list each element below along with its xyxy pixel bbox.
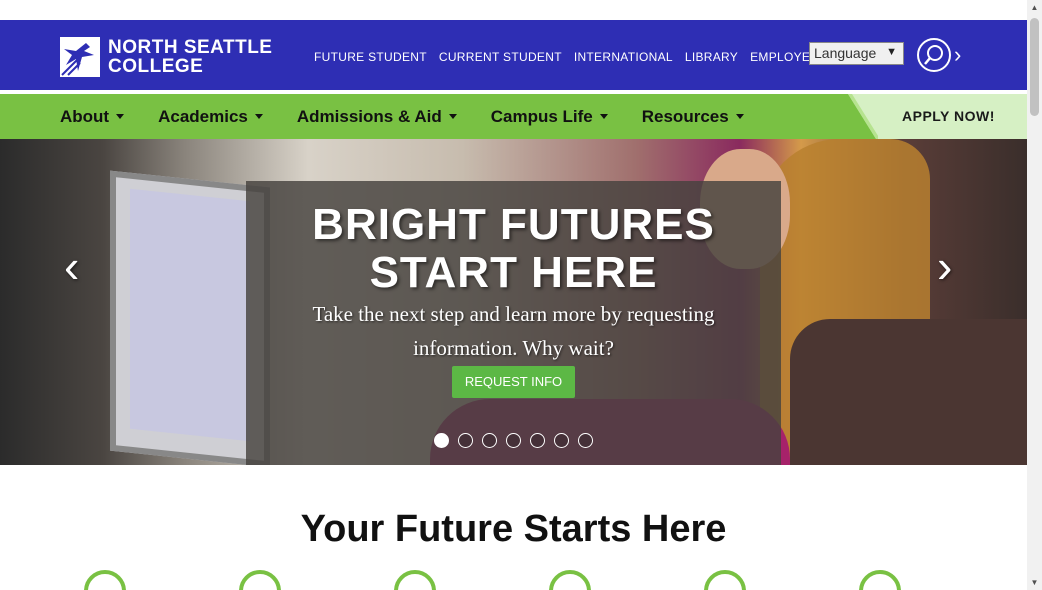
caret-down-icon <box>735 114 744 119</box>
hero-subtext: Take the next step and learn more by req… <box>312 302 715 360</box>
search-people-icon[interactable] <box>394 570 436 590</box>
nav-item-resources[interactable]: Resources <box>642 107 744 127</box>
college-logo[interactable]: NORTH SEATTLE COLLEGE <box>60 37 272 77</box>
utility-link-library[interactable]: LIBRARY <box>685 50 738 64</box>
world-icon[interactable] <box>704 570 746 590</box>
caret-down-icon <box>116 114 125 119</box>
feature-icons-row <box>84 570 1014 590</box>
nav-item-academics[interactable]: Academics <box>158 107 263 127</box>
globe-icon[interactable] <box>239 570 281 590</box>
carousel-dot-2[interactable] <box>458 433 473 448</box>
top-header: NORTH SEATTLE COLLEGE FUTURE STUDENT CUR… <box>0 20 1027 90</box>
carousel-dot-7[interactable] <box>578 433 593 448</box>
carousel-indicators <box>434 433 593 448</box>
nav-item-label: About <box>60 106 110 126</box>
hero-carousel: BRIGHT FUTURES START HERE Take the next … <box>0 139 1027 465</box>
carousel-dot-3[interactable] <box>482 433 497 448</box>
caret-down-icon <box>599 114 608 119</box>
nav-item-campus-life[interactable]: Campus Life <box>491 107 608 127</box>
caret-down-icon <box>254 114 263 119</box>
compass-icon[interactable] <box>84 570 126 590</box>
search-icon <box>924 45 943 65</box>
scrollbar-thumb[interactable] <box>1030 18 1039 116</box>
carousel-dot-1[interactable] <box>434 433 449 448</box>
nav-item-label: Academics <box>158 106 248 126</box>
hero-caption: BRIGHT FUTURES START HERE Take the next … <box>246 181 781 465</box>
scroll-down-icon[interactable]: ▼ <box>1027 575 1042 590</box>
logo-star-icon <box>60 37 100 77</box>
utility-link-current-student[interactable]: CURRENT STUDENT <box>439 50 562 64</box>
page: NORTH SEATTLE COLLEGE FUTURE STUDENT CUR… <box>0 0 1042 590</box>
nav-item-label: Resources <box>641 106 729 126</box>
dropdown-arrow-icon: ▼ <box>886 46 897 58</box>
carousel-next-button[interactable]: › <box>937 243 952 289</box>
nav-item-about[interactable]: About <box>60 106 125 127</box>
search-button[interactable] <box>917 38 951 72</box>
language-select-value: Language <box>814 45 877 61</box>
apply-now-label: APPLY NOW! <box>902 108 995 124</box>
section-title: Your Future Starts Here <box>300 508 727 550</box>
target-icon[interactable] <box>859 570 901 590</box>
carousel-dot-6[interactable] <box>554 433 569 448</box>
utility-link-future-student[interactable]: FUTURE STUDENT <box>314 50 427 64</box>
utility-nav: FUTURE STUDENT CURRENT STUDENT INTERNATI… <box>314 50 827 64</box>
location-icon[interactable] <box>549 570 591 590</box>
nav-item-label: Campus Life <box>490 106 593 126</box>
viewport: NORTH SEATTLE COLLEGE FUTURE STUDENT CUR… <box>0 0 1027 590</box>
college-name-line2: COLLEGE <box>108 56 204 77</box>
request-info-button[interactable]: REQUEST INFO <box>452 366 575 398</box>
hero-headline-line1: BRIGHT FUTURES <box>312 200 715 249</box>
college-name-line1: NORTH SEATTLE <box>108 37 273 58</box>
hero-photo-vest <box>790 319 1027 465</box>
language-select[interactable]: Language ▼ <box>809 42 904 65</box>
caret-down-icon <box>448 114 457 119</box>
nav-item-label: Admissions & Aid <box>296 106 442 126</box>
chevron-right-icon: › <box>937 240 953 292</box>
scroll-up-icon[interactable]: ▲ <box>1027 0 1042 15</box>
hero-headline: BRIGHT FUTURES START HERE <box>246 201 781 297</box>
chevron-left-icon: ‹ <box>64 240 80 292</box>
vertical-scrollbar[interactable]: ▲ ▼ <box>1027 0 1042 590</box>
carousel-prev-button[interactable]: ‹ <box>64 243 79 289</box>
college-name: NORTH SEATTLE COLLEGE <box>108 38 272 76</box>
chevron-right-icon[interactable]: › <box>954 44 961 66</box>
utility-link-international[interactable]: INTERNATIONAL <box>574 50 673 64</box>
apply-now-button[interactable]: APPLY NOW! <box>848 94 1027 139</box>
carousel-dot-5[interactable] <box>530 433 545 448</box>
hero-headline-line2: START HERE <box>369 248 658 297</box>
carousel-dot-4[interactable] <box>506 433 521 448</box>
nav-item-admissions-aid[interactable]: Admissions & Aid <box>297 107 457 127</box>
